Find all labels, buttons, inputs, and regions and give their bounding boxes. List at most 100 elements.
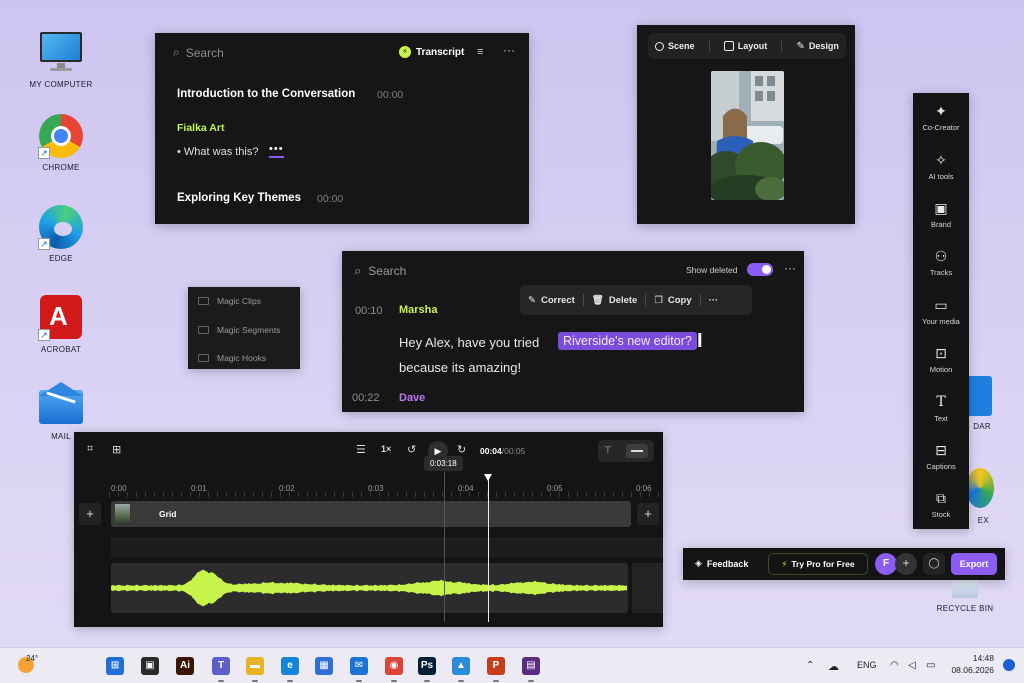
desktop-icon-chrome[interactable]: ↗ CHROME	[21, 113, 101, 172]
context-menu: ✎ Correct 🗑 Delete ❐ Copy ···	[520, 285, 752, 315]
clock-date: 08.06.2026	[951, 665, 994, 675]
captions-icon: ⊟	[935, 442, 947, 458]
chevron-up-icon[interactable]: ⌃	[806, 660, 814, 671]
store-icon[interactable]: ▦	[315, 657, 333, 675]
more-icon[interactable]: ···	[503, 43, 515, 57]
desktop-icon-my-computer[interactable]: MY COMPUTER	[21, 30, 101, 89]
powerpoint-icon[interactable]: P	[487, 657, 505, 682]
teams-icon[interactable]: T	[212, 657, 230, 682]
edge-taskbar-icon[interactable]: e	[281, 657, 299, 682]
toolbar-item-co-creator[interactable]: ✦ Co-Creator	[913, 103, 969, 132]
tab-layout[interactable]: Layout	[723, 41, 767, 51]
toolbar-item-your-media[interactable]: ▭ Your media	[913, 297, 969, 326]
transcript-view-icon[interactable]: ⊤	[604, 445, 612, 456]
tab-design[interactable]: ✎ Design	[797, 41, 839, 52]
filter-icon[interactable]: ≡	[477, 46, 483, 58]
feedback-button[interactable]: ◈ Feedback	[695, 558, 748, 569]
clock[interactable]: 14:48 08.06.2026	[948, 653, 994, 675]
chat-icon: ◯	[928, 558, 940, 569]
recycle-bin-icon	[942, 578, 988, 600]
more-icon[interactable]: ···	[709, 295, 719, 306]
toolbar-label: Stock	[931, 510, 951, 519]
menu-item-magic-clips[interactable]: Magic Clips	[198, 296, 261, 306]
toolbar-item-brand[interactable]: ▣ Brand	[913, 200, 969, 229]
entry-timestamp[interactable]: 00:22	[352, 392, 380, 404]
language-indicator[interactable]: ENG	[857, 660, 877, 670]
task-view-icon[interactable]: ▣	[141, 657, 159, 675]
timeline-view-icon[interactable]	[626, 444, 648, 458]
folder-icon: ▭	[934, 297, 948, 313]
volume-icon[interactable]: ◁	[908, 660, 916, 671]
show-deleted-toggle[interactable]	[747, 263, 773, 276]
selected-text[interactable]: Riverside's new editor?	[558, 332, 697, 350]
file-explorer-icon[interactable]: ▬	[246, 657, 264, 682]
empty-track[interactable]	[111, 537, 663, 557]
motion-icon: ⊡	[935, 345, 947, 361]
comments-button[interactable]: ◯	[923, 553, 945, 575]
media-icon[interactable]: ▤	[522, 657, 540, 682]
toolbar-label: Tracks	[929, 268, 953, 277]
delete-label: Delete	[608, 294, 638, 306]
tracks-icon: ⚇	[934, 248, 948, 264]
layout-icon	[723, 41, 734, 51]
correct-button[interactable]: ✎ Correct	[528, 295, 575, 306]
battery-icon[interactable]: ▭	[926, 660, 935, 671]
start-icon[interactable]: ⊞	[106, 657, 124, 675]
brand-icon: ▣	[934, 200, 948, 216]
copy-button[interactable]: ❐ Copy	[654, 295, 691, 306]
transcript-line[interactable]: • What was this?	[177, 146, 259, 158]
section-title[interactable]: Exploring Key Themes	[177, 192, 301, 204]
photos-icon[interactable]: ▲	[452, 657, 470, 682]
speed-button[interactable]: 1×	[381, 444, 391, 454]
transcript-search[interactable]: ⌕ Search	[173, 45, 224, 60]
avatar[interactable]: F	[875, 553, 897, 575]
tab-label: Design	[808, 41, 839, 51]
audio-track[interactable]	[111, 563, 628, 613]
add-after-button[interactable]: +	[637, 503, 659, 525]
toolbar-item-captions[interactable]: ⊟ Captions	[913, 442, 969, 471]
menu-item-label: Magic Clips	[217, 296, 261, 306]
toolbar-item-ai-tools[interactable]: ✧ AI tools	[913, 152, 969, 181]
delete-button[interactable]: 🗑 Delete	[592, 295, 638, 306]
add-track-icon[interactable]: ⊞	[112, 443, 121, 456]
toolbar-item-tracks[interactable]: ⚇ Tracks	[913, 248, 969, 277]
more-icon[interactable]: ···	[784, 261, 796, 275]
desktop-icon-edge[interactable]: ↗ EDGE	[21, 204, 101, 263]
section-title[interactable]: Introduction to the Conversation	[177, 88, 355, 100]
editor-search[interactable]: ⌕ Search	[354, 263, 406, 279]
toolbar-item-text[interactable]: T Text	[913, 394, 969, 423]
mail-taskbar-icon[interactable]: ✉	[350, 657, 368, 682]
notification-icon[interactable]	[1003, 659, 1015, 671]
invite-button[interactable]: +	[895, 553, 917, 575]
desktop-icon-recycle-bin[interactable]: RECYCLE BIN	[925, 578, 1005, 613]
photoshop-icon[interactable]: Ps	[418, 657, 436, 682]
transcript-text[interactable]: Hey Alex, have you tried	[399, 335, 539, 350]
transcript-text[interactable]: because its amazing!	[399, 360, 521, 375]
export-button[interactable]: Export	[951, 553, 997, 575]
chrome-taskbar-icon[interactable]: ◉	[385, 657, 403, 682]
video-preview[interactable]	[711, 71, 784, 200]
rewind-icon[interactable]: ↺	[407, 443, 416, 456]
fit-icon[interactable]: ⌗	[87, 443, 93, 456]
forward-icon[interactable]: ↻	[457, 443, 466, 456]
entry-timestamp[interactable]: 00:10	[355, 305, 383, 317]
playhead[interactable]	[484, 474, 492, 622]
tab-scene[interactable]: Scene	[655, 41, 695, 51]
timeline-ruler[interactable]	[109, 492, 663, 497]
pencil-icon: ✎	[528, 294, 536, 306]
add-before-button[interactable]: +	[79, 503, 101, 525]
menu-item-magic-segments[interactable]: Magic Segments	[198, 325, 280, 335]
desktop-icon-acrobat[interactable]: A ↗ ACROBAT	[21, 295, 101, 354]
wifi-icon[interactable]: ◠	[890, 660, 899, 671]
toolbar-item-stock[interactable]: ⧉ Stock	[913, 490, 969, 519]
illustrator-icon[interactable]: Ai	[176, 657, 194, 675]
cloud-icon[interactable]: ☁	[828, 660, 839, 673]
menu-item-magic-hooks[interactable]: Magic Hooks	[198, 353, 266, 363]
weather-temp: 24°	[26, 654, 39, 663]
video-clip[interactable]: Grid	[111, 501, 631, 527]
try-pro-button[interactable]: ⚡ Try Pro for Free	[768, 553, 868, 575]
desktop-icon-label: CHROME	[42, 163, 80, 172]
toolbar-item-motion[interactable]: ⊡ Motion	[913, 345, 969, 374]
list-icon[interactable]: ☰	[356, 443, 366, 456]
transcript-button[interactable]: ⚡ Transcript	[399, 46, 464, 58]
